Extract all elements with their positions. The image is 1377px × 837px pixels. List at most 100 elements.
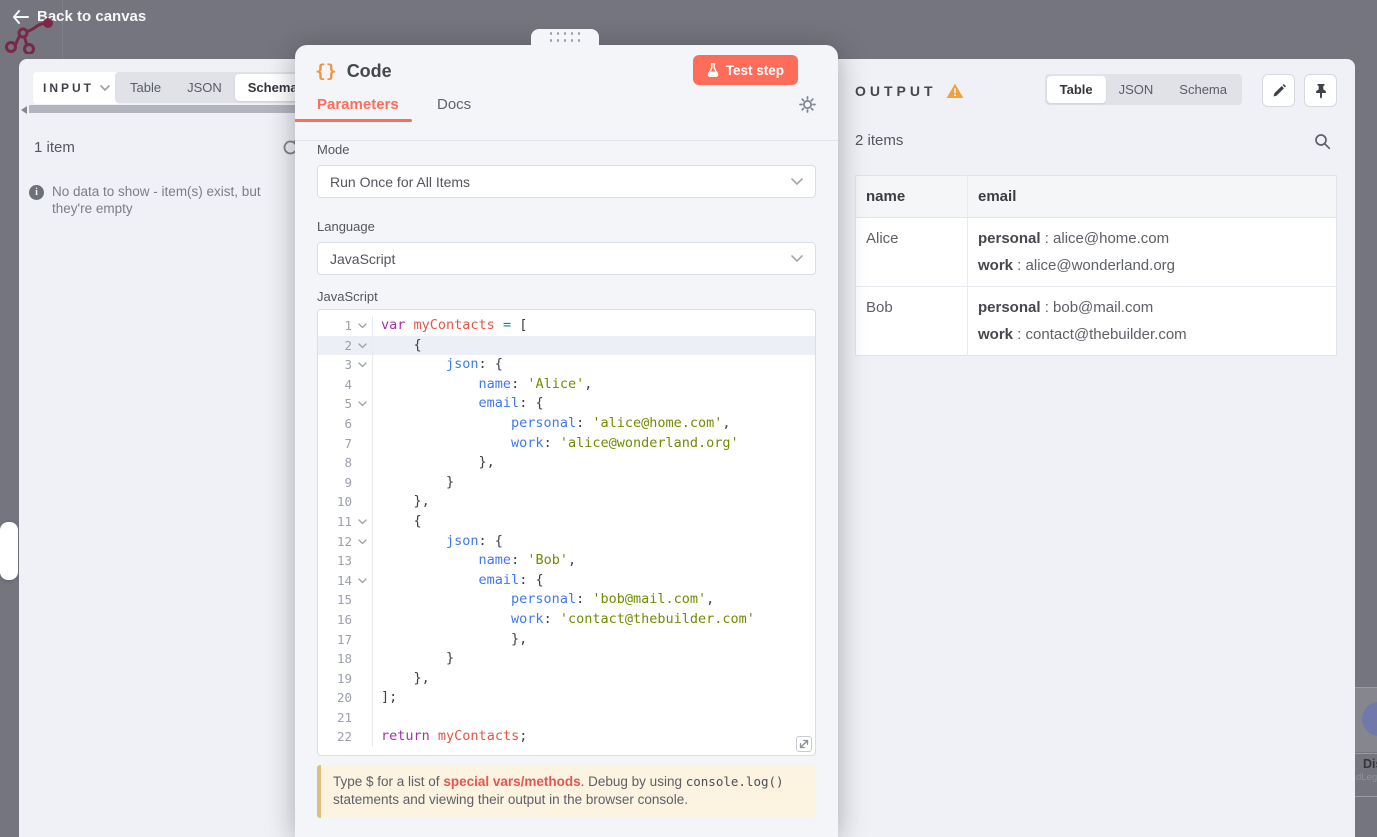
tab-docs[interactable]: Docs xyxy=(437,96,471,113)
column-header-email: email xyxy=(967,175,1337,218)
modal-tab-bar: Parameters Docs xyxy=(295,93,838,141)
output-items-count: 2 items xyxy=(855,132,904,149)
code-lines: 1 var myContacts = [2 {3 json: {4 name: '… xyxy=(318,316,815,748)
language-label: Language xyxy=(317,219,375,234)
code-line-7: 7 work: 'alice@wonderland.org' xyxy=(318,433,815,454)
cell-name: Alice xyxy=(855,217,968,287)
tab-parameters[interactable]: Parameters xyxy=(317,96,399,113)
line-number: 1 xyxy=(344,318,352,333)
tab-json[interactable]: JSON xyxy=(1106,76,1167,103)
editor-label: JavaScript xyxy=(317,289,378,304)
code-line-16: 16 work: 'contact@thebuilder.com' xyxy=(318,609,815,630)
code-line-19: 19 }, xyxy=(318,668,815,689)
fold-icon xyxy=(352,727,373,748)
code-line-8: 8 }, xyxy=(318,453,815,473)
editor-resize-icon[interactable] xyxy=(796,736,812,752)
code-line-10: 10 }, xyxy=(318,492,815,512)
canvas-divider xyxy=(62,0,63,60)
column-header-name: name xyxy=(855,175,968,218)
table-row: Bob personal : bob@mail.com work : contact… xyxy=(855,286,1337,356)
output-panel-title: OUTPUT xyxy=(855,83,964,99)
drag-dots-icon xyxy=(549,32,581,42)
mode-value: Run Once for All Items xyxy=(330,173,471,190)
editor-hint: Type $ for a list of special vars/method… xyxy=(317,765,816,818)
fold-icon[interactable] xyxy=(352,335,373,356)
chevron-down-icon xyxy=(100,85,110,91)
node-title: Code xyxy=(346,60,392,81)
cell-name: Bob xyxy=(855,286,968,356)
fold-icon[interactable] xyxy=(352,570,373,591)
code-line-11: 11 { xyxy=(318,511,815,532)
code-line-18: 18 } xyxy=(318,649,815,669)
gear-icon[interactable] xyxy=(799,96,816,113)
fold-icon xyxy=(352,707,373,728)
tab-table[interactable]: Table xyxy=(1046,76,1106,103)
line-number: 6 xyxy=(344,415,352,431)
info-icon: i xyxy=(29,185,44,200)
code-line-6: 6 personal: 'alice@home.com', xyxy=(318,413,815,434)
line-number: 17 xyxy=(336,631,352,647)
line-number: 12 xyxy=(336,533,352,549)
panel-resize-handle[interactable] xyxy=(0,522,18,580)
mode-label: Mode xyxy=(317,142,350,157)
fold-icon xyxy=(352,551,373,571)
code-line-21: 21 xyxy=(318,707,815,728)
code-line-15: 15 personal: 'bob@mail.com', xyxy=(318,590,815,610)
line-number: 19 xyxy=(336,670,352,686)
search-icon[interactable] xyxy=(1314,133,1331,150)
fold-icon xyxy=(352,492,373,512)
input-view-tabs: Table JSON Schema xyxy=(115,72,313,103)
input-selector-dropdown[interactable]: INPUT xyxy=(33,72,120,104)
code-node-icon: {} xyxy=(315,60,337,82)
fold-icon[interactable] xyxy=(352,394,373,414)
test-step-button[interactable]: Test step xyxy=(692,55,798,85)
fold-icon[interactable] xyxy=(352,316,373,336)
fold-icon xyxy=(352,453,373,473)
code-line-22: 22 return myContacts; xyxy=(318,727,815,748)
code-editor[interactable]: 1 var myContacts = [2 {3 json: {4 name: '… xyxy=(317,309,816,756)
tab-table[interactable]: Table xyxy=(117,74,174,101)
scroll-left-arrow-icon[interactable] xyxy=(21,106,27,114)
line-number: 9 xyxy=(344,474,352,490)
fold-icon xyxy=(352,374,373,395)
edit-output-button[interactable] xyxy=(1262,74,1295,107)
tab-schema[interactable]: Schema xyxy=(1166,76,1240,103)
pin-data-button[interactable] xyxy=(1304,74,1337,107)
output-table-body: Alice personal : alice@home.com work : ali… xyxy=(855,217,1337,356)
special-vars-link[interactable]: special vars/methods xyxy=(443,774,580,789)
line-number: 8 xyxy=(344,455,352,471)
pencil-icon xyxy=(1273,83,1286,96)
language-select[interactable]: JavaScript xyxy=(317,242,816,275)
hint-text: Type $ for a list of special vars/method… xyxy=(333,774,784,807)
fold-icon xyxy=(352,649,373,669)
fold-icon[interactable] xyxy=(352,511,373,532)
cell-email: personal : bob@mail.com work : contact@th… xyxy=(967,286,1337,356)
mode-select[interactable]: Run Once for All Items xyxy=(317,165,816,198)
input-empty-text: No data to show - item(s) exist, but the… xyxy=(52,184,261,216)
code-line-5: 5 email: { xyxy=(318,394,815,414)
line-number: 7 xyxy=(344,435,352,451)
code-node-modal: {} Code Test step Parameters Docs Mode R… xyxy=(295,29,838,837)
fold-icon xyxy=(352,629,373,650)
code-line-4: 4 name: 'Alice', xyxy=(318,374,815,395)
tab-json[interactable]: JSON xyxy=(174,74,235,101)
line-number: 4 xyxy=(344,376,352,392)
modal-header: {} Code Test step xyxy=(315,51,818,91)
line-number: 18 xyxy=(336,651,352,667)
flask-icon xyxy=(707,63,719,77)
line-number: 2 xyxy=(344,337,352,353)
input-selector-label: INPUT xyxy=(43,81,94,95)
line-number: 5 xyxy=(344,396,352,412)
fold-icon[interactable] xyxy=(352,531,373,552)
output-panel: OUTPUT Table JSON Schema 2 items name em… xyxy=(838,59,1355,837)
code-line-12: 12 json: { xyxy=(318,531,815,552)
modal-drag-handle[interactable] xyxy=(531,29,599,45)
fold-icon[interactable] xyxy=(352,355,373,375)
warning-icon xyxy=(946,83,963,98)
fold-icon xyxy=(352,609,373,630)
fold-icon xyxy=(352,668,373,689)
line-number: 11 xyxy=(336,513,352,529)
input-items-count: 1 item xyxy=(34,139,75,156)
table-row: Alice personal : alice@home.com work : ali… xyxy=(855,217,1337,287)
input-empty-message: i No data to show - item(s) exist, but t… xyxy=(29,184,294,217)
